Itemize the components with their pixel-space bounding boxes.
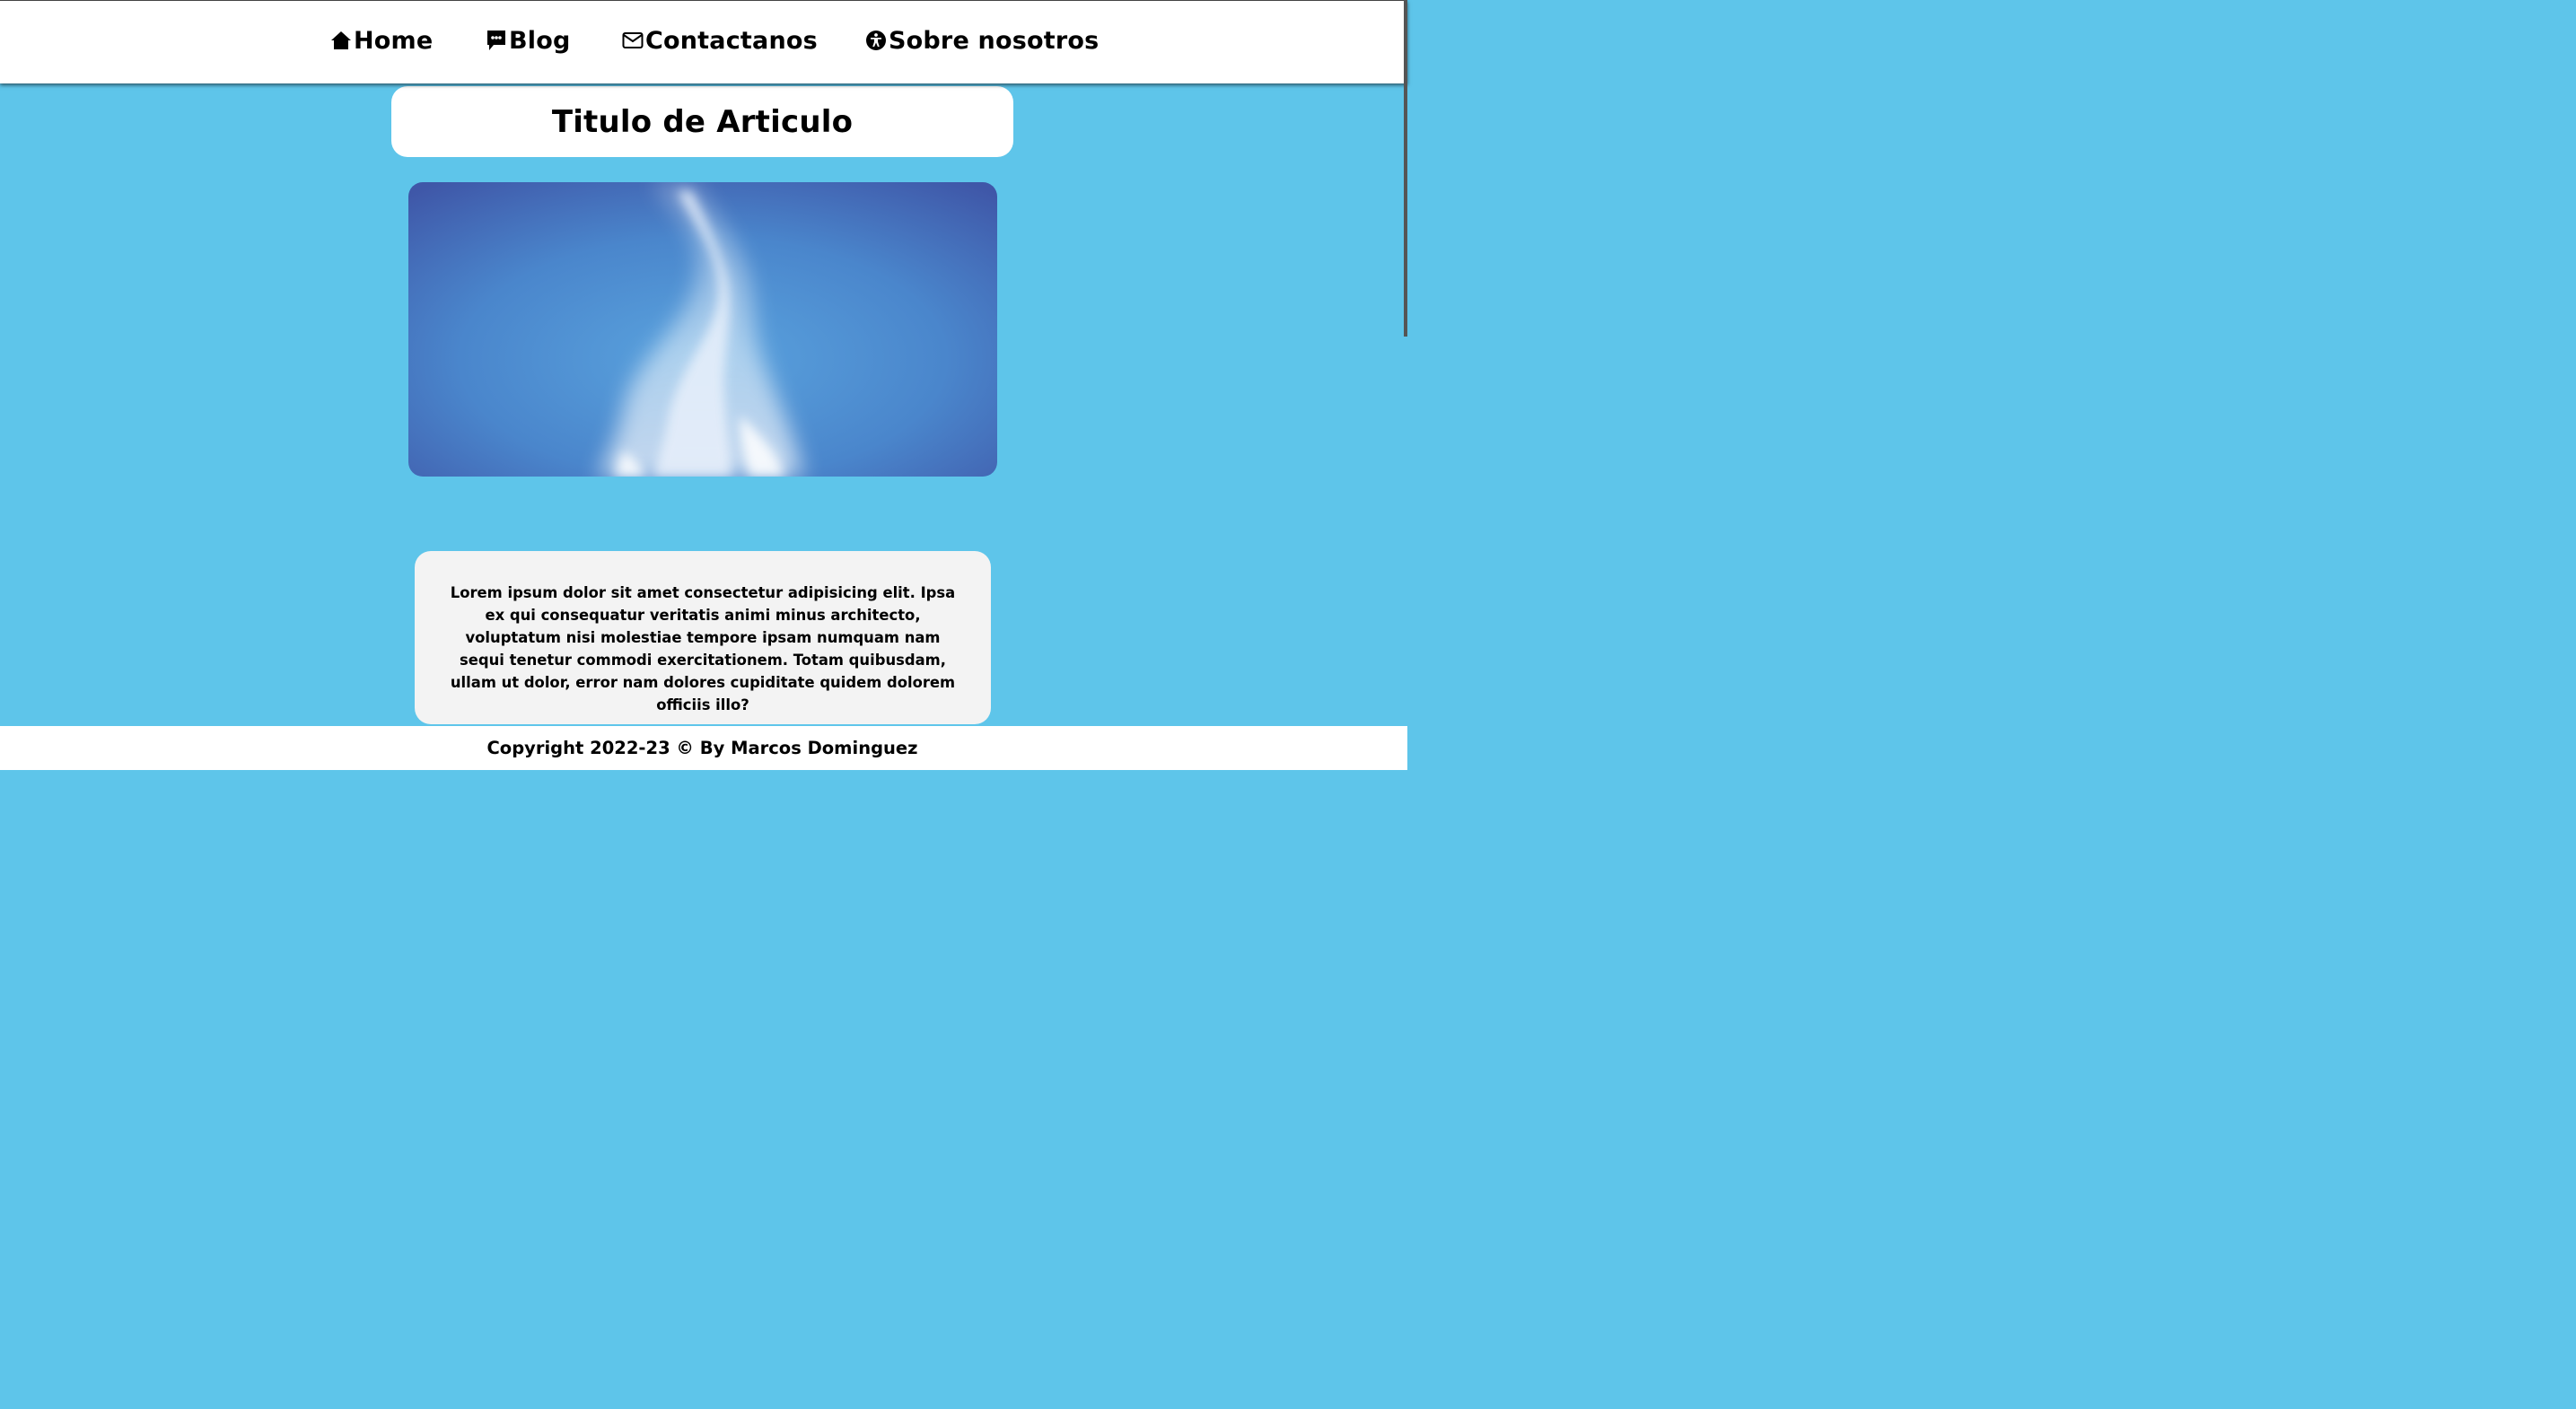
accessibility-icon: [864, 26, 888, 55]
nav-label-contactanos: Contactanos: [645, 26, 818, 55]
nav-link-sobre-nosotros[interactable]: Sobre nosotros: [864, 26, 1099, 55]
nav-link-blog[interactable]: Blog: [485, 26, 571, 55]
article-body-text: Lorem ipsum dolor sit amet consectetur a…: [450, 584, 956, 713]
article-title: Titulo de Articulo: [551, 103, 854, 140]
article-image: [408, 182, 997, 477]
mail-icon: [621, 26, 644, 55]
nav-label-home: Home: [354, 26, 434, 55]
home-icon: [329, 26, 353, 55]
top-navbar: Home Blog Contactanos Sobre nosotros: [0, 0, 1407, 83]
chat-icon: [485, 26, 508, 55]
scrollbar[interactable]: [1404, 0, 1407, 337]
footer: Copyright 2022-23 © By Marcos Dominguez: [0, 726, 1407, 770]
article-title-card: Titulo de Articulo: [391, 86, 1013, 157]
article-body-card: Lorem ipsum dolor sit amet consectetur a…: [415, 551, 991, 724]
nav-link-contactanos[interactable]: Contactanos: [621, 26, 818, 55]
nav-link-home[interactable]: Home: [329, 26, 433, 55]
nav-label-sobre-nosotros: Sobre nosotros: [889, 26, 1100, 55]
nav-label-blog: Blog: [509, 26, 571, 55]
footer-copyright: Copyright 2022-23 © By Marcos Dominguez: [486, 738, 918, 758]
